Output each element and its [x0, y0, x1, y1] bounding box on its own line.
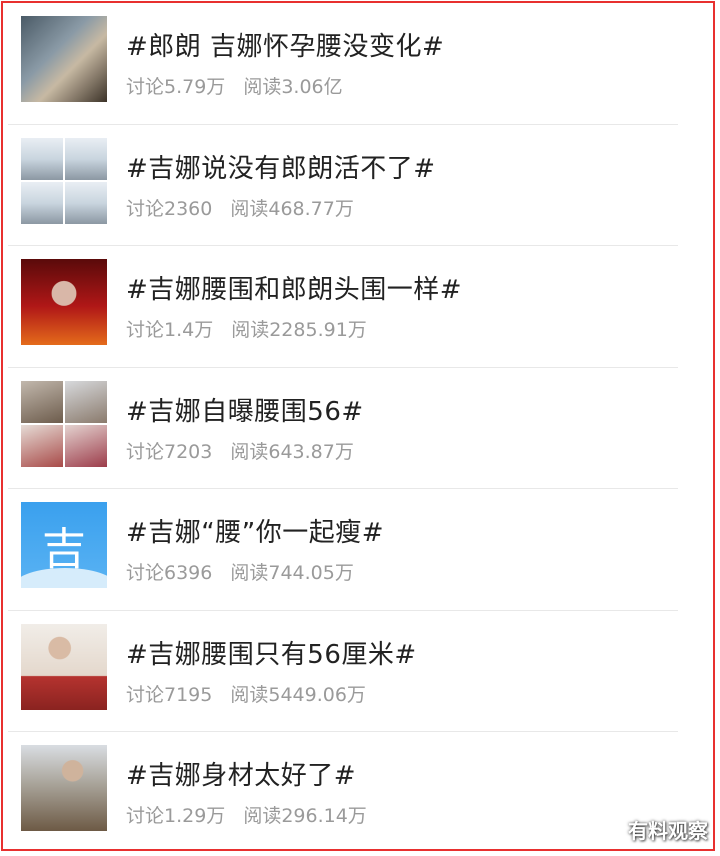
topic-stats: 讨论7203 阅读643.87万: [126, 437, 354, 464]
topic-thumbnail: [21, 380, 107, 467]
watermark: 有料观察: [628, 819, 708, 843]
discuss-count: 讨论7203: [126, 440, 213, 463]
list-item[interactable]: 吉 #吉娜“腰”你一起瘦# 讨论6396 阅读744.05万: [8, 489, 678, 611]
topic-list: #郎朗 吉娜怀孕腰没变化# 讨论5.79万 阅读3.06亿 #吉娜说没有郎朗活不了…: [8, 3, 678, 854]
list-item[interactable]: #吉娜身材太好了# 讨论1.29万 阅读296.14万: [8, 732, 678, 854]
topic-title[interactable]: #吉娜“腰”你一起瘦#: [126, 512, 384, 549]
discuss-count: 讨论1.29万: [126, 805, 226, 827]
read-count: 阅读468.77万: [230, 197, 354, 220]
topic-title[interactable]: #吉娜自曝腰围56#: [126, 391, 364, 428]
read-count: 阅读3.06亿: [243, 76, 343, 98]
discuss-count: 讨论7195: [126, 683, 213, 706]
read-count: 阅读643.87万: [230, 440, 354, 463]
discuss-count: 讨论1.4万: [126, 319, 214, 341]
topic-title[interactable]: #吉娜身材太好了#: [126, 755, 356, 792]
read-count: 阅读296.14万: [243, 805, 367, 827]
discuss-count: 讨论2360: [126, 197, 213, 220]
topic-stats: 讨论7195 阅读5449.06万: [126, 680, 366, 707]
list-item[interactable]: #郎朗 吉娜怀孕腰没变化# 讨论5.79万 阅读3.06亿: [8, 3, 678, 125]
topic-thumbnail: [21, 137, 107, 224]
topic-thumbnail: [21, 623, 107, 710]
read-count: 阅读2285.91万: [231, 319, 367, 341]
topic-stats: 讨论2360 阅读468.77万: [126, 194, 354, 221]
topic-stats: 讨论1.4万 阅读2285.91万: [126, 315, 367, 342]
list-item[interactable]: #吉娜腰围和郎朗头围一样# 讨论1.4万 阅读2285.91万: [8, 246, 678, 368]
topic-icon-glyph: 吉: [42, 524, 86, 575]
topic-stats: 讨论1.29万 阅读296.14万: [126, 801, 367, 828]
list-item[interactable]: #吉娜说没有郎朗活不了# 讨论2360 阅读468.77万: [8, 125, 678, 246]
topic-title[interactable]: #吉娜说没有郎朗活不了#: [126, 148, 436, 185]
topic-thumbnail: [21, 16, 107, 102]
topic-title[interactable]: #吉娜腰围和郎朗头围一样#: [126, 269, 462, 306]
read-count: 阅读5449.06万: [230, 683, 366, 706]
topic-thumbnail: [21, 259, 107, 345]
read-count: 阅读744.05万: [230, 562, 354, 584]
list-item[interactable]: #吉娜腰围只有56厘米# 讨论7195 阅读5449.06万: [8, 611, 678, 732]
topic-title[interactable]: #郎朗 吉娜怀孕腰没变化#: [126, 26, 444, 63]
topic-icon: 吉: [21, 502, 107, 588]
discuss-count: 讨论6396: [126, 562, 213, 584]
topic-stats: 讨论5.79万 阅读3.06亿: [126, 72, 343, 99]
discuss-count: 讨论5.79万: [126, 76, 226, 98]
topic-thumbnail: [21, 745, 107, 831]
topic-title[interactable]: #吉娜腰围只有56厘米#: [126, 634, 417, 671]
list-item[interactable]: #吉娜自曝腰围56# 讨论7203 阅读643.87万: [8, 368, 678, 489]
topic-stats: 讨论6396 阅读744.05万: [126, 558, 354, 585]
